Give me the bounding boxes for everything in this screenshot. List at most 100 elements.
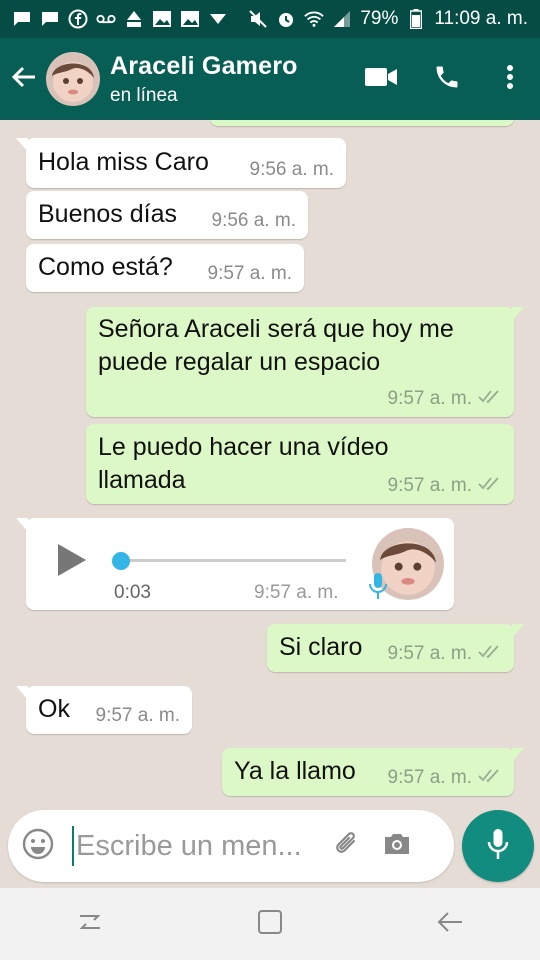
read-receipt-icon (478, 475, 502, 497)
voicemail-icon (96, 9, 116, 29)
voice-progress-track[interactable] (120, 559, 346, 562)
message-text: Si claro (279, 633, 363, 661)
recent-apps-button[interactable] (60, 894, 120, 954)
more-vert-icon (506, 64, 514, 95)
phone-call-icon (433, 63, 461, 96)
bubble-tail (512, 624, 524, 638)
bubble-tail (16, 138, 28, 152)
chat-icon (40, 9, 60, 29)
message-outgoing[interactable]: Si claro 9:57 a. m. (267, 624, 524, 672)
bubble-tail (512, 307, 524, 321)
message-time: 9:57 a. m. (387, 767, 473, 788)
video-call-icon (365, 67, 397, 92)
more-options-button[interactable] (480, 38, 540, 120)
dropdown-icon (208, 9, 228, 29)
back-nav-button[interactable] (420, 894, 480, 954)
notification-icons (12, 9, 228, 29)
contact-avatar[interactable] (46, 52, 100, 106)
back-icon (436, 910, 464, 939)
text-caret (72, 826, 74, 866)
video-call-button[interactable] (348, 38, 414, 120)
message-outgoing[interactable]: Le puedo hacer una vídeo llamada 9:57 a.… (86, 424, 514, 504)
compose-box (8, 810, 454, 882)
message-meta: 9:57 a. m. (388, 643, 503, 665)
camera-icon (382, 831, 412, 862)
message-time: 9:57 a. m. (387, 643, 473, 664)
attach-button[interactable] (322, 810, 372, 882)
read-receipt-icon (478, 388, 502, 410)
message-incoming[interactable]: Hola miss Caro 9:56 a. m. (16, 138, 346, 188)
message-text: Como está? (38, 253, 173, 281)
message-meta: 9:57 a. m. (388, 767, 503, 789)
message-input[interactable] (76, 829, 322, 863)
message-meta: 9:57 a. m. (388, 475, 503, 497)
message-text: Ok (38, 695, 70, 723)
mic-icon (368, 572, 388, 600)
read-receipt-icon (478, 767, 502, 789)
image-icon (180, 9, 200, 29)
voice-call-button[interactable] (414, 38, 480, 120)
message-icon (12, 9, 32, 29)
read-receipt-icon (478, 643, 502, 665)
recent-apps-icon (76, 910, 104, 939)
message-text: Señora Araceli será que hoy me puede reg… (98, 315, 454, 376)
status-bar: 79% 11:09 a. m. (0, 0, 540, 38)
message-time: 9:57 a. m. (387, 475, 473, 496)
mute-icon (248, 9, 268, 29)
message-outgoing[interactable]: Ya la llamo 9:57 a. m. (222, 748, 524, 796)
message-time: 9:57 a. m. (207, 263, 293, 284)
message-time: 9:57 a. m. (387, 388, 473, 409)
mic-icon (487, 828, 509, 865)
message-text: Ya la llamo (234, 757, 356, 785)
chat-area[interactable]: Hola miss Caro 9:56 a. m. Buenos días 9:… (0, 120, 540, 808)
message-time: 9:56 a. m. (249, 159, 335, 180)
play-icon[interactable] (58, 544, 86, 576)
emoji-button[interactable] (8, 810, 68, 882)
record-voice-button[interactable] (462, 810, 534, 882)
message-time: 9:57 a. m. (254, 582, 339, 603)
bubble-tail (16, 518, 28, 532)
contact-status: en línea (110, 84, 178, 106)
compose-bar (0, 808, 540, 888)
message-meta: 9:56 a. m. (250, 159, 335, 181)
voice-duration: 0:03 (114, 582, 151, 603)
battery-icon (406, 9, 426, 29)
camera-button[interactable] (372, 810, 422, 882)
wifi-icon (304, 9, 325, 29)
bubble-tail (512, 748, 524, 762)
system-indicators: 79% 11:09 a. m. (248, 8, 528, 30)
system-nav-bar (0, 888, 540, 960)
battery-percent: 79% (360, 8, 399, 29)
home-button[interactable] (240, 894, 300, 954)
chat-header: Araceli Gamero en línea (0, 38, 540, 120)
alarm-icon (276, 9, 296, 29)
message-meta: 9:57 a. m. (208, 263, 293, 285)
signal-icon (332, 9, 352, 29)
contact-name: Araceli Gamero (110, 51, 298, 80)
message-incoming[interactable]: Ok 9:57 a. m. (16, 686, 192, 734)
home-icon (257, 909, 283, 940)
message-text: Hola miss Caro (38, 148, 209, 176)
facebook-icon (68, 9, 88, 29)
back-button[interactable] (2, 38, 46, 120)
gallery-icon (152, 9, 172, 29)
back-arrow-icon (11, 66, 37, 93)
clock: 11:09 a. m. (434, 8, 528, 29)
message-bubble-partial (210, 120, 514, 126)
message-incoming[interactable]: Buenos días 9:56 a. m. (26, 191, 308, 239)
message-meta: 9:57 a. m. (96, 705, 181, 727)
voice-progress-knob[interactable] (112, 552, 130, 570)
emoji-icon (22, 828, 54, 865)
contact-info[interactable]: Araceli Gamero en línea (110, 52, 348, 107)
mm-icon (124, 9, 144, 29)
message-meta: 9:56 a. m. (212, 210, 297, 232)
message-time: 9:56 a. m. (211, 210, 297, 231)
voice-message[interactable]: 0:03 9:57 a. m. (16, 518, 454, 610)
message-time: 9:57 a. m. (95, 705, 181, 726)
message-text: Le puedo hacer una vídeo llamada (98, 433, 389, 494)
message-meta: 9:57 a. m. (388, 388, 503, 410)
message-incoming[interactable]: Como está? 9:57 a. m. (26, 244, 304, 292)
bubble-tail (16, 686, 28, 700)
message-outgoing[interactable]: Señora Araceli será que hoy me puede reg… (86, 307, 524, 417)
paperclip-icon (332, 829, 362, 864)
